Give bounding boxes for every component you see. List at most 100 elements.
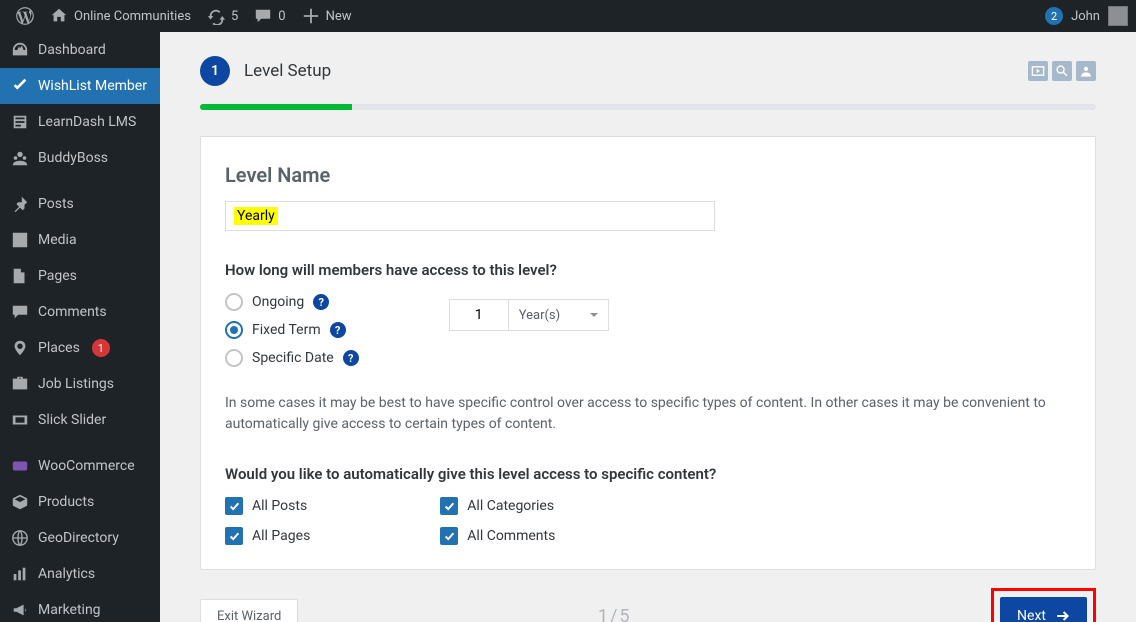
page-indicator: 1/5: [598, 606, 632, 622]
check-all-categories[interactable]: All Categories: [440, 497, 555, 515]
checkbox-icon: [225, 497, 243, 515]
checkbox-icon: [440, 527, 458, 545]
next-label: Next: [1017, 608, 1046, 622]
term-unit-select[interactable]: Year(s): [509, 299, 609, 331]
sidebar-item-media[interactable]: Media: [0, 222, 160, 258]
radio-specific-date[interactable]: Specific Date ?: [225, 349, 359, 367]
auto-access-checks: All Posts All Pages All Categories All C…: [225, 497, 1071, 545]
sidebar-item-label: Dashboard: [38, 42, 106, 58]
bars-icon: [10, 564, 30, 584]
header-icons: [1028, 61, 1096, 81]
search-icon[interactable]: [1052, 61, 1072, 81]
comment-icon: [254, 7, 272, 25]
wizard-header: 1 Level Setup: [200, 56, 1096, 86]
notification-badge[interactable]: 2: [1045, 7, 1063, 25]
sidebar-item-learndash[interactable]: LearnDash LMS: [0, 104, 160, 140]
sidebar-item-places[interactable]: Places 1: [0, 330, 160, 366]
radio-label: Fixed Term: [252, 322, 321, 338]
level-name-value: Yearly: [234, 207, 278, 225]
next-button[interactable]: Next: [1000, 597, 1087, 622]
sidebar-item-woocommerce[interactable]: WooCommerce: [0, 448, 160, 484]
checkbox-icon: [440, 497, 458, 515]
user-icon[interactable]: [1076, 61, 1096, 81]
admin-bar: Online Communities 5 0 New 2 John: [0, 0, 1136, 32]
sidebar-item-buddyboss[interactable]: BuddyBoss: [0, 140, 160, 176]
sidebar-item-label: Pages: [38, 268, 77, 284]
sidebar-item-wishlist[interactable]: WishList Member: [0, 68, 160, 104]
admin-sidebar: Dashboard WishList Member LearnDash LMS …: [0, 32, 160, 622]
comment-icon: [10, 302, 30, 322]
user-name[interactable]: John: [1071, 9, 1100, 24]
exit-wizard-button[interactable]: Exit Wizard: [200, 599, 298, 622]
sidebar-item-analytics[interactable]: Analytics: [0, 556, 160, 592]
access-radio-group: Ongoing ? Fixed Term ? Specific Date ?: [225, 293, 359, 367]
radio-label: Specific Date: [252, 350, 334, 366]
home-icon: [50, 7, 68, 25]
level-name-input[interactable]: Yearly: [225, 201, 715, 231]
video-icon[interactable]: [1028, 61, 1048, 81]
globe-icon: [10, 528, 30, 548]
sidebar-item-comments[interactable]: Comments: [0, 294, 160, 330]
check-icon: [10, 76, 30, 96]
wizard-footer: Exit Wizard 1/5 Next: [200, 588, 1096, 622]
book-icon: [10, 112, 30, 132]
avatar[interactable]: [1108, 6, 1128, 26]
comments-bubble[interactable]: 0: [246, 0, 293, 32]
wp-logo[interactable]: [8, 0, 42, 32]
check-all-comments[interactable]: All Comments: [440, 527, 555, 545]
updates-count: 5: [231, 9, 238, 24]
sidebar-item-slickslider[interactable]: Slick Slider: [0, 402, 160, 438]
dashboard-icon: [10, 40, 30, 60]
help-icon[interactable]: ?: [343, 350, 359, 366]
refresh-icon: [207, 7, 225, 25]
new-label: New: [326, 9, 352, 24]
sidebar-item-pages[interactable]: Pages: [0, 258, 160, 294]
content-area: 1 Level Setup Level Name Yearly How long…: [160, 32, 1136, 622]
check-label: All Pages: [252, 528, 310, 544]
sidebar-item-label: Posts: [38, 196, 74, 212]
sidebar-item-label: Comments: [38, 304, 107, 320]
check-all-posts[interactable]: All Posts: [225, 497, 310, 515]
sidebar-item-geodirectory[interactable]: GeoDirectory: [0, 520, 160, 556]
sidebar-item-label: Media: [38, 232, 77, 248]
sidebar-item-label: LearnDash LMS: [38, 114, 136, 130]
slider-icon: [10, 410, 30, 430]
radio-fixed-term[interactable]: Fixed Term ?: [225, 321, 359, 339]
woo-icon: [10, 456, 30, 476]
megaphone-icon: [10, 600, 30, 620]
sidebar-item-label: GeoDirectory: [38, 530, 119, 546]
help-icon[interactable]: ?: [313, 294, 329, 310]
radio-icon: [225, 349, 243, 367]
sidebar-item-products[interactable]: Products: [0, 484, 160, 520]
media-icon: [10, 230, 30, 250]
sidebar-item-label: Marketing: [38, 602, 101, 618]
term-unit-value: Year(s): [519, 308, 560, 323]
site-home[interactable]: Online Communities: [42, 0, 199, 32]
new-content[interactable]: New: [294, 0, 360, 32]
check-all-pages[interactable]: All Pages: [225, 527, 310, 545]
badge: 1: [92, 339, 110, 357]
term-number-input[interactable]: [449, 299, 509, 331]
chevron-down-icon: [590, 313, 598, 321]
level-name-label: Level Name: [225, 163, 1071, 187]
sidebar-item-label: Products: [38, 494, 94, 510]
sidebar-item-label: Analytics: [38, 566, 95, 582]
check-label: All Posts: [252, 498, 307, 514]
site-title: Online Communities: [74, 9, 191, 24]
pin-icon: [10, 194, 30, 214]
sidebar-item-posts[interactable]: Posts: [0, 186, 160, 222]
briefcase-icon: [10, 374, 30, 394]
sidebar-item-marketing[interactable]: Marketing: [0, 592, 160, 622]
step-number: 1: [200, 56, 230, 86]
help-icon[interactable]: ?: [330, 322, 346, 338]
updates[interactable]: 5: [199, 0, 246, 32]
sidebar-item-joblistings[interactable]: Job Listings: [0, 366, 160, 402]
next-button-highlight: Next: [991, 588, 1096, 622]
location-icon: [10, 338, 30, 358]
arrow-right-icon: [1054, 608, 1070, 622]
radio-ongoing[interactable]: Ongoing ?: [225, 293, 359, 311]
sidebar-item-dashboard[interactable]: Dashboard: [0, 32, 160, 68]
sidebar-item-label: BuddyBoss: [38, 150, 108, 166]
checkbox-icon: [225, 527, 243, 545]
check-label: All Categories: [467, 498, 554, 514]
